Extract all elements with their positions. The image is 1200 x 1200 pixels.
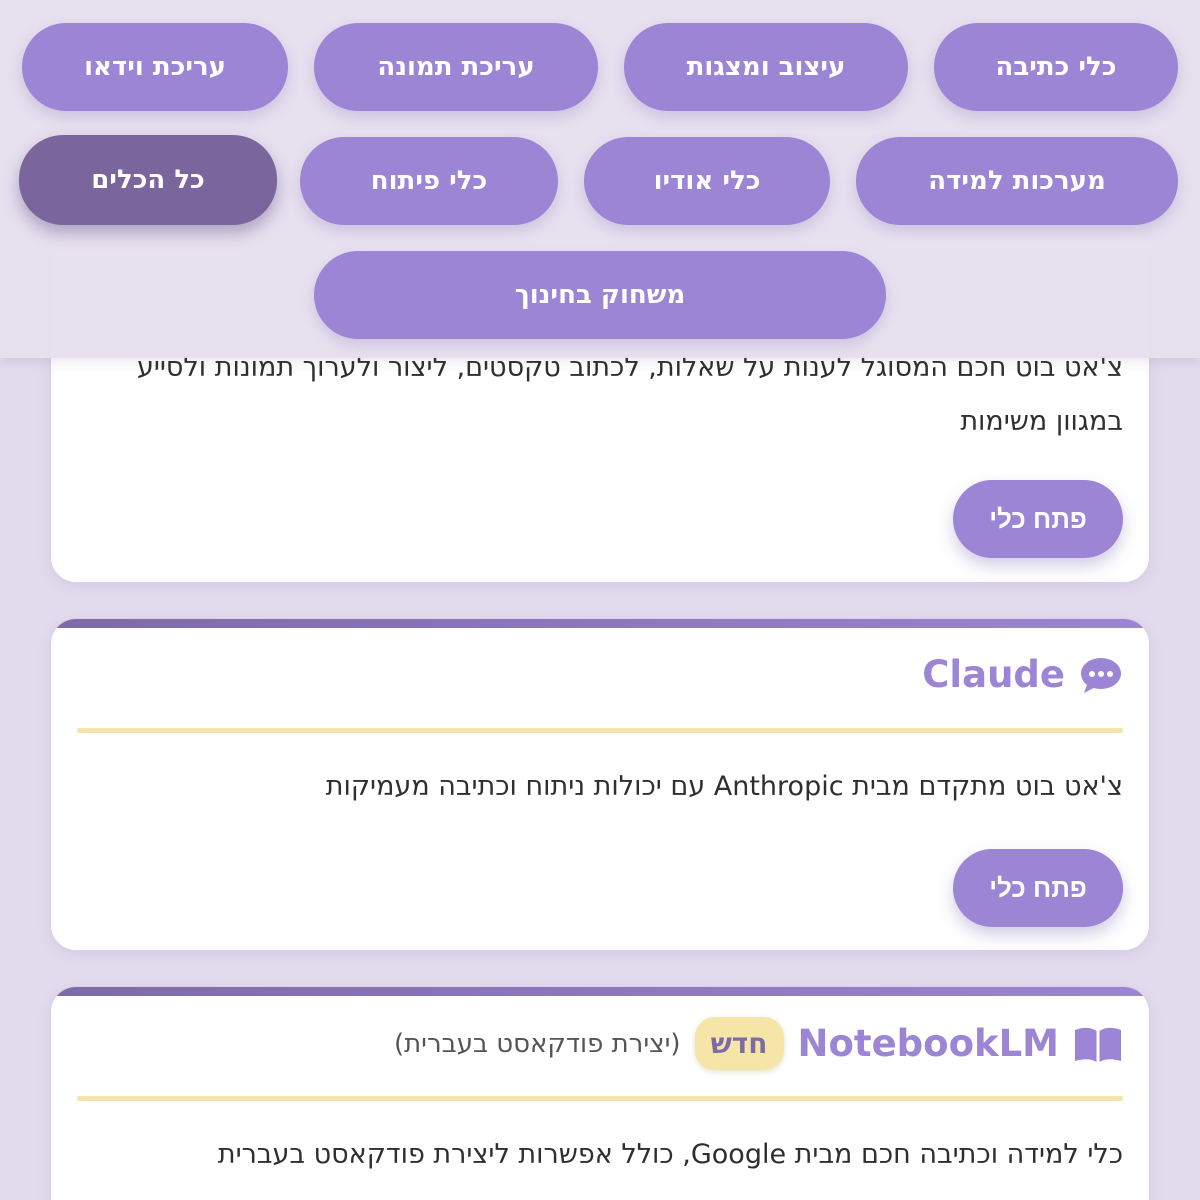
open-tool-button[interactable]: פתח כלי	[953, 849, 1123, 927]
card-header: Claude	[922, 653, 1123, 696]
filter-design-presentations[interactable]: עיצוב ומצגות	[624, 23, 908, 111]
page: צ'אט בוט חכם המסוגל לענות על שאלות, לכתו…	[0, 0, 1200, 1200]
card-title: Claude	[922, 653, 1065, 696]
filter-gamification-education[interactable]: משחוק בחינוך	[314, 251, 886, 339]
filter-writing-tools[interactable]: כלי כתיבה	[934, 23, 1178, 111]
tool-card-notebooklm: NotebookLM חדש (יצירת פודקאסט בעברית) כל…	[50, 986, 1150, 1200]
card-description: צ'אט בוט מתקדם מבית Anthropic עם יכולות …	[325, 771, 1123, 802]
filter-all-tools[interactable]: כל הכלים	[19, 135, 277, 225]
new-badge: חדש	[694, 1017, 784, 1070]
card-note: (יצירת פודקאסט בעברית)	[393, 1028, 681, 1059]
card-header: NotebookLM חדש (יצירת פודקאסט בעברית)	[394, 1017, 1123, 1070]
open-book-icon	[1073, 1024, 1123, 1064]
card-accent-bar	[51, 987, 1149, 996]
card-description: כלי למידה וכתיבה חכם מבית Google, כולל א…	[217, 1139, 1123, 1170]
card-divider	[77, 1096, 1123, 1101]
card-accent-bar	[51, 619, 1149, 628]
tool-card-claude: Claude צ'אט בוט מתקדם מבית Anthropic עם …	[50, 618, 1150, 951]
filter-learning-systems[interactable]: מערכות למידה	[856, 137, 1178, 225]
category-filter-bar: כלי כתיבה עיצוב ומצגות עריכת תמונה עריכת…	[0, 0, 1200, 358]
card-title: NotebookLM	[797, 1022, 1060, 1065]
open-tool-button[interactable]: פתח כלי	[953, 480, 1123, 558]
filter-dev-tools[interactable]: כלי פיתוח	[300, 137, 558, 225]
speech-bubble-icon	[1079, 655, 1123, 695]
card-divider	[77, 728, 1123, 733]
filter-video-editing[interactable]: עריכת וידאו	[22, 23, 288, 111]
card-description-line-2: במגוון משימות	[960, 406, 1123, 437]
filter-image-editing[interactable]: עריכת תמונה	[314, 23, 598, 111]
filter-audio-tools[interactable]: כלי אודיו	[584, 137, 830, 225]
